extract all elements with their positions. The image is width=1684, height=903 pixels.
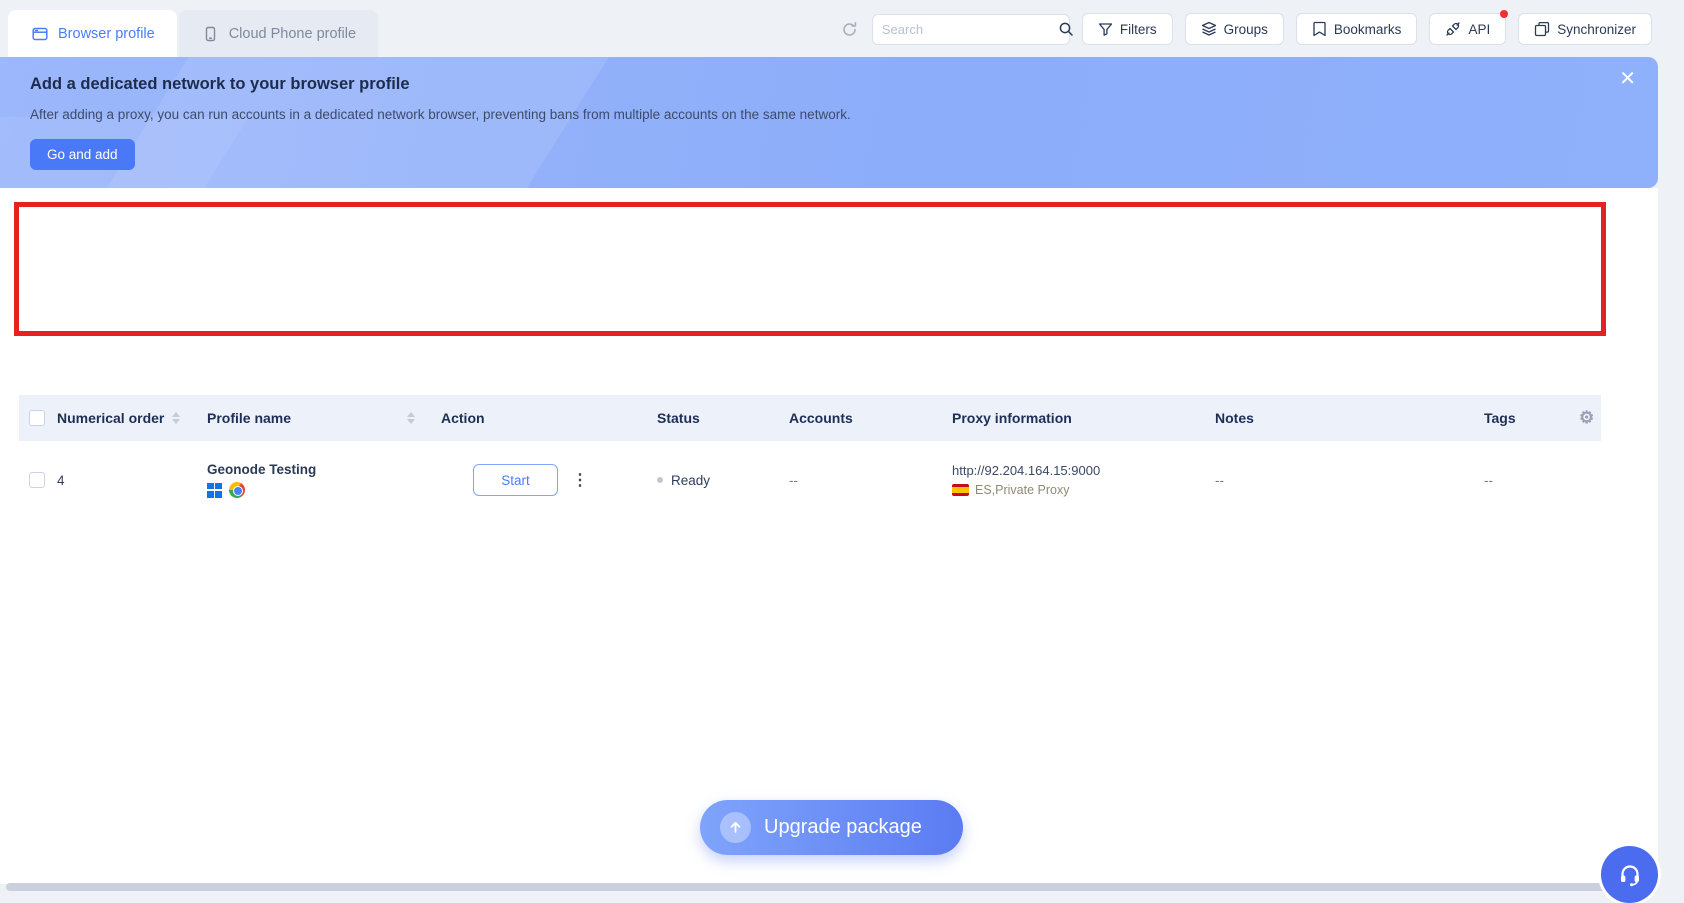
tab-browser-profile-label: Browser profile <box>58 25 155 42</box>
header-proxy-information: Proxy information <box>952 410 1072 426</box>
filter-funnel-icon <box>1098 22 1113 36</box>
header-tags: Tags <box>1484 410 1516 426</box>
header-notes: Notes <box>1215 410 1254 426</box>
table-header-row: Numerical order Profile name Action Stat… <box>19 395 1601 441</box>
upgrade-package-label: Upgrade package <box>764 816 922 838</box>
chrome-browser-icon <box>229 482 245 498</box>
spain-flag-icon <box>952 484 969 496</box>
tab-browser-profile[interactable]: Browser profile <box>8 10 177 57</box>
proxy-url: http://92.204.164.15:9000 <box>952 463 1101 478</box>
browser-window-icon <box>30 24 50 44</box>
windows-cascade-icon <box>1535 21 1550 37</box>
horizontal-scrollbar[interactable] <box>6 883 1658 891</box>
filters-label: Filters <box>1119 21 1157 37</box>
sort-icon-numerical-order[interactable] <box>172 412 181 424</box>
column-settings-gear-icon[interactable]: ⚙ <box>1579 408 1594 428</box>
banner-title: Add a dedicated network to your browser … <box>30 75 410 93</box>
row-numerical-order: 4 <box>57 472 65 488</box>
search-input[interactable] <box>881 21 1058 37</box>
close-icon[interactable]: ✕ <box>1619 69 1636 89</box>
header-profile-name: Profile name <box>207 410 292 426</box>
go-and-add-button[interactable]: Go and add <box>30 139 135 170</box>
dedicated-network-banner: Add a dedicated network to your browser … <box>0 57 1658 188</box>
search-icon[interactable] <box>1058 19 1074 39</box>
notes-value: -- <box>1215 472 1224 488</box>
start-button[interactable]: Start <box>473 464 558 496</box>
toolbar: Filters Groups Bookmarks API Synchronize… <box>840 10 1652 45</box>
bookmarks-label: Bookmarks <box>1333 21 1402 37</box>
profiles-table: Numerical order Profile name Action Stat… <box>19 395 1601 519</box>
status-label: Ready <box>671 472 711 488</box>
groups-button[interactable]: Groups <box>1184 13 1284 45</box>
api-button[interactable]: API <box>1429 10 1509 45</box>
header-action: Action <box>441 410 485 426</box>
windows-os-icon <box>207 482 222 498</box>
api-label: API <box>1468 21 1491 37</box>
status-dot <box>657 477 663 483</box>
phone-icon <box>201 24 221 44</box>
sort-icon-profile-name[interactable] <box>407 412 415 424</box>
bookmark-icon <box>1313 21 1326 37</box>
support-headset-button[interactable] <box>1601 846 1658 903</box>
refresh-icon[interactable] <box>840 19 860 39</box>
synchronizer-label: Synchronizer <box>1557 21 1636 37</box>
api-notification-dot <box>1500 10 1509 18</box>
more-actions-kebab-icon[interactable]: ⋮ <box>572 470 588 490</box>
top-bar: Browser profile Cloud Phone profile Filt… <box>0 0 1658 57</box>
groups-label: Groups <box>1223 21 1268 37</box>
header-accounts: Accounts <box>789 410 853 426</box>
tab-cloud-phone-profile-label: Cloud Phone profile <box>228 25 357 42</box>
accounts-value: -- <box>789 472 798 488</box>
upgrade-package-button[interactable]: Upgrade package <box>700 800 963 855</box>
header-status: Status <box>657 410 700 426</box>
search-box <box>871 13 1073 45</box>
tags-value: -- <box>1484 472 1493 488</box>
filters-button[interactable]: Filters <box>1081 13 1173 45</box>
row-checkbox[interactable] <box>29 472 45 488</box>
banner-description: After adding a proxy, you can run accoun… <box>30 107 851 122</box>
table-row: 4 Geonode Testing Start ⋮ Ready -- http:… <box>19 441 1601 519</box>
bookmarks-button[interactable]: Bookmarks <box>1295 13 1418 45</box>
layers-icon <box>1201 21 1216 36</box>
select-all-checkbox[interactable] <box>29 410 45 426</box>
headset-icon <box>1620 864 1639 886</box>
api-plug-icon <box>1446 22 1461 36</box>
proxy-location: ES,Private Proxy <box>975 483 1070 497</box>
tab-cloud-phone-profile[interactable]: Cloud Phone profile <box>178 10 379 57</box>
profile-tabs: Browser profile Cloud Phone profile <box>8 10 379 57</box>
profile-name: Geonode Testing <box>207 462 317 477</box>
profiles-panel: Numerical order Profile name Action Stat… <box>0 188 1658 884</box>
arrow-up-icon <box>720 812 751 843</box>
header-numerical-order: Numerical order <box>57 410 165 426</box>
synchronizer-button[interactable]: Synchronizer <box>1518 13 1652 45</box>
